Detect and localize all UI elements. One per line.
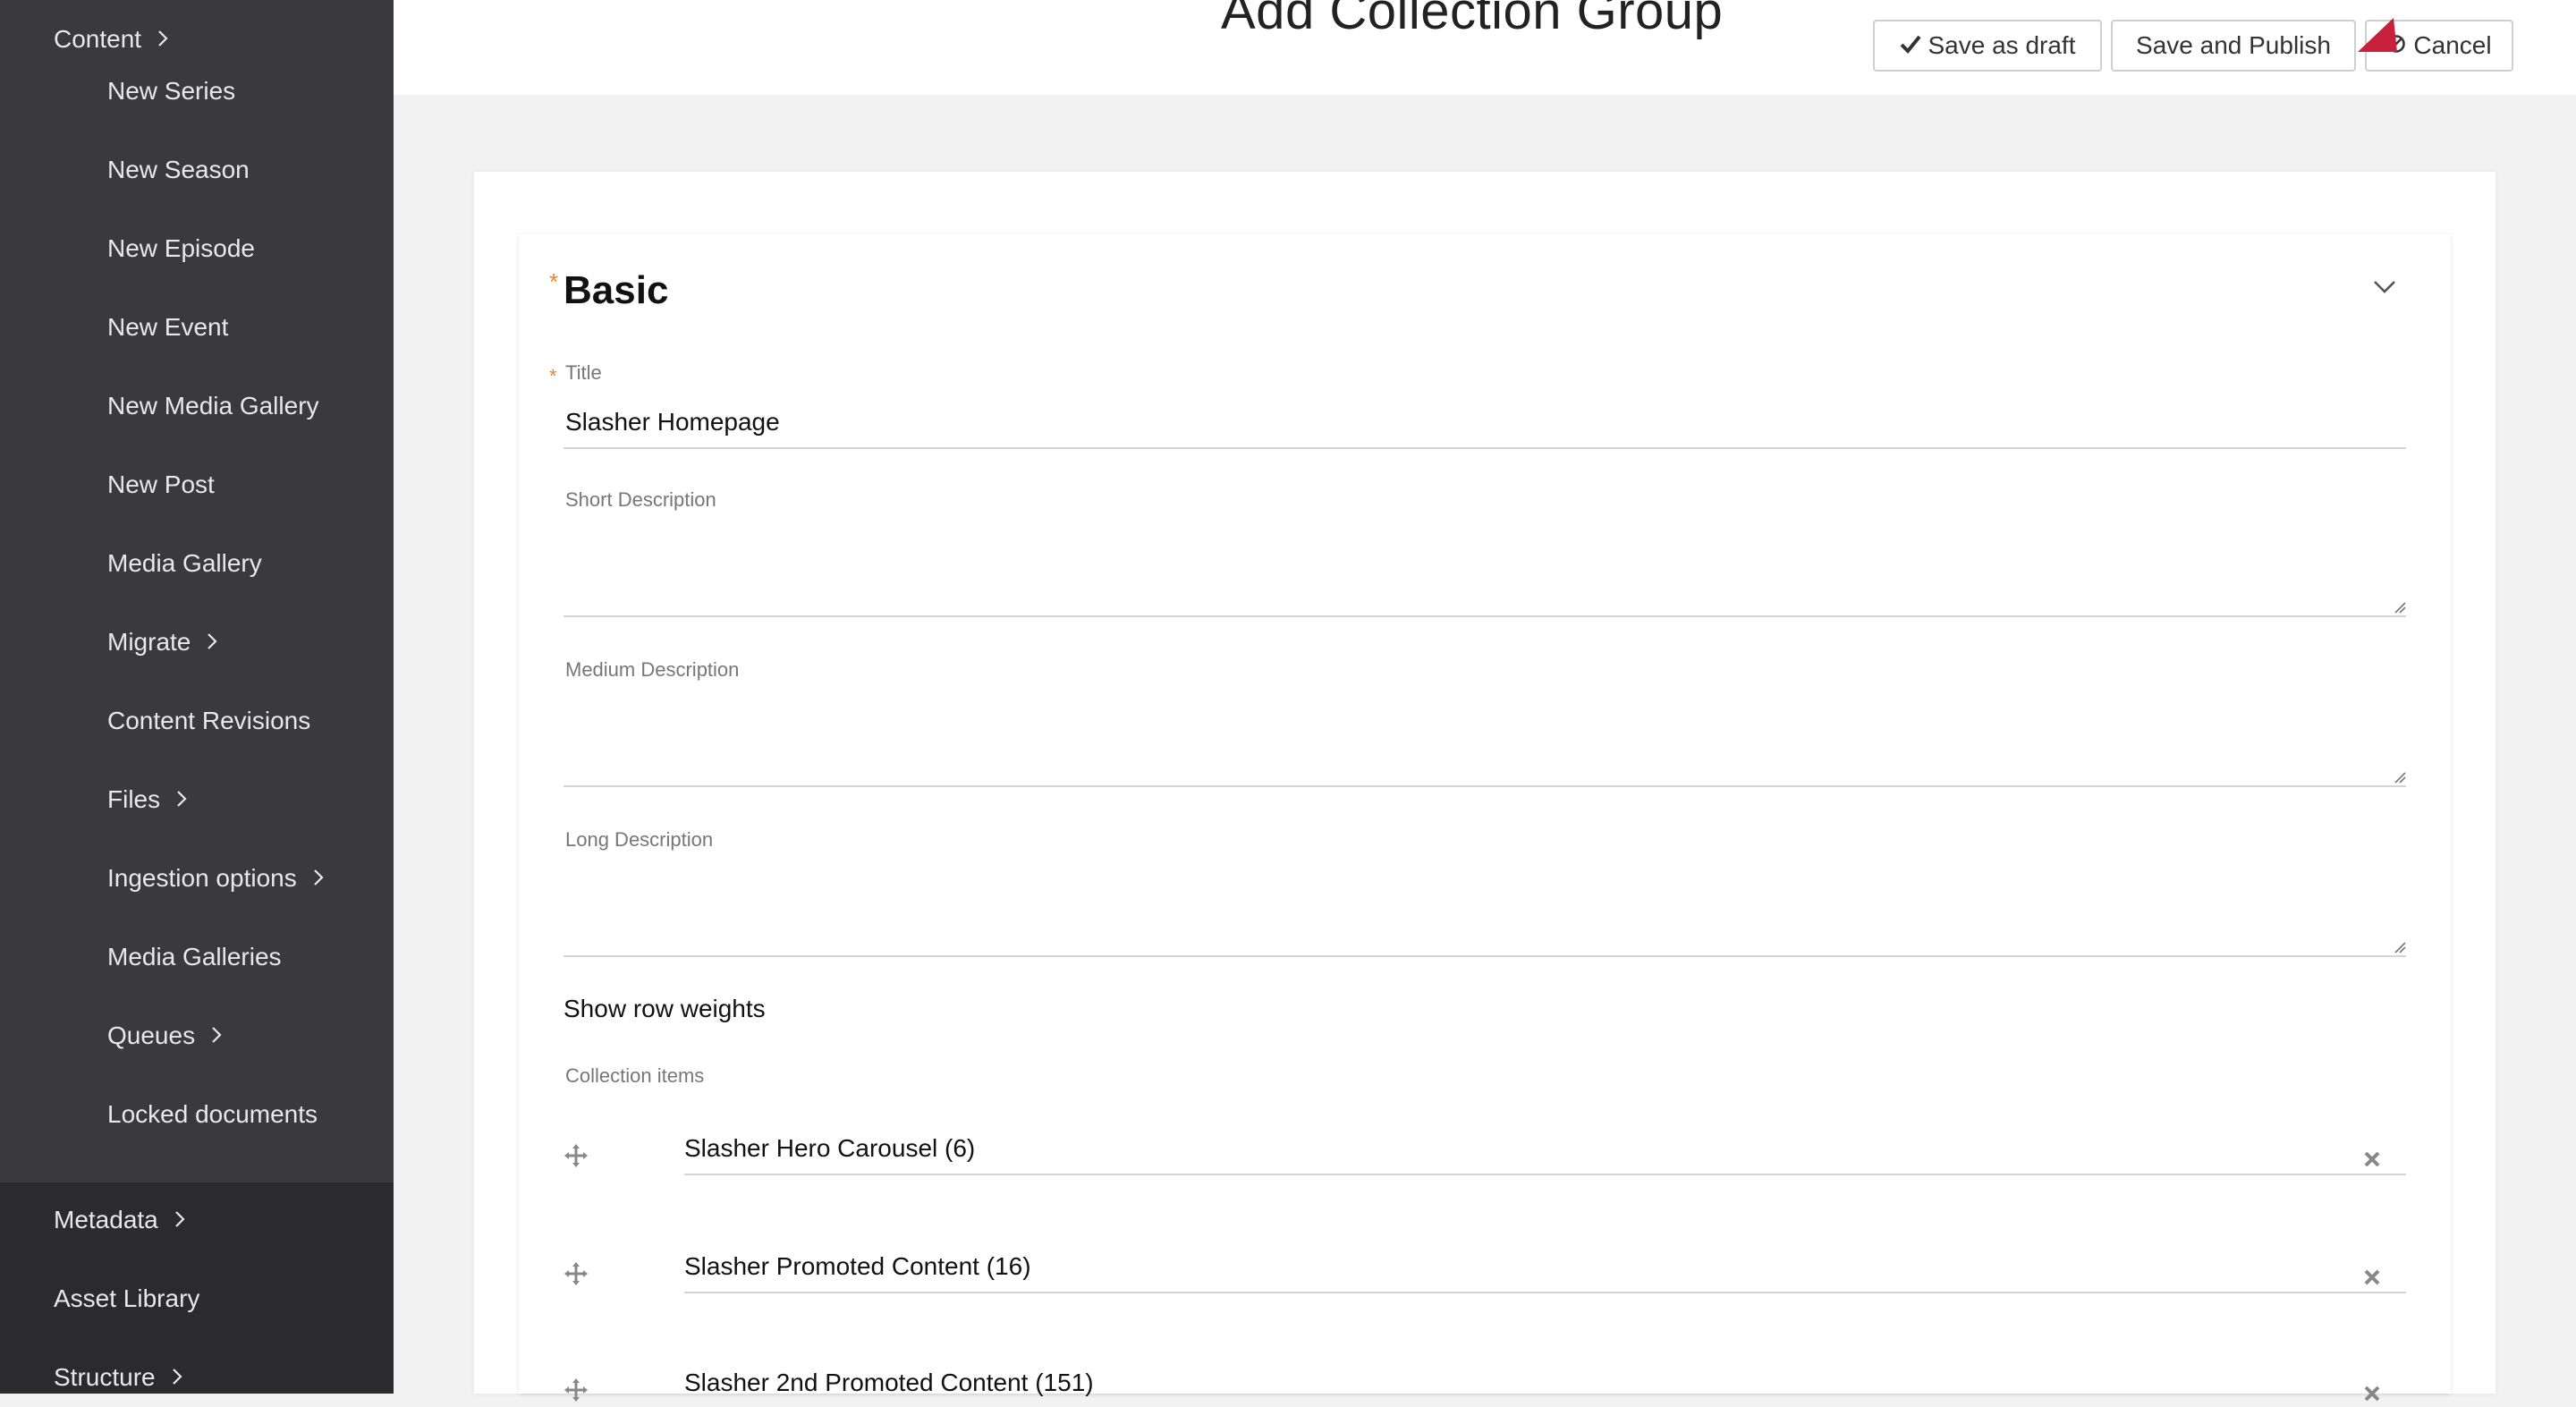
sidebar-item-label: New Series [107, 77, 236, 105]
sidebar-item-media-gallery[interactable]: Media Gallery [107, 549, 262, 578]
sidebar-item-label: Content Revisions [107, 707, 311, 734]
sidebar-item-metadata[interactable]: Metadata [54, 1206, 185, 1234]
collection-item-underline [684, 1292, 2406, 1293]
sidebar-item-queues[interactable]: Queues [107, 1021, 222, 1050]
section-title: Basic [564, 268, 669, 312]
collection-item-label[interactable]: Slasher Promoted Content (16) [684, 1252, 1031, 1281]
save-and-publish-button[interactable]: Save and Publish [2111, 20, 2356, 72]
checkmark-icon [1900, 31, 1928, 60]
short-description-label: Short Description [565, 488, 716, 511]
cancel-label: Cancel [2413, 31, 2492, 59]
sidebar-item-content-revisions[interactable]: Content Revisions [107, 707, 310, 735]
chevron-right-icon [172, 1363, 182, 1392]
resize-handle-icon[interactable] [2394, 771, 2406, 788]
sidebar-item-migrate[interactable]: Migrate [107, 628, 217, 657]
chevron-right-icon [157, 25, 168, 54]
sidebar-item-asset-library[interactable]: Asset Library [54, 1284, 199, 1313]
sidebar-item-media-galleries[interactable]: Media Galleries [107, 943, 282, 971]
sidebar-item-ingestion-options[interactable]: Ingestion options [107, 864, 324, 893]
chevron-right-icon [207, 628, 217, 657]
sidebar-item-label: New Season [107, 156, 250, 183]
long-description-underline [564, 955, 2406, 957]
sidebar-item-label: Media Galleries [107, 943, 282, 970]
sidebar-item-locked-documents[interactable]: Locked documents [107, 1100, 318, 1129]
medium-description-label: Medium Description [565, 658, 740, 681]
remove-icon[interactable] [2363, 1385, 2381, 1407]
sidebar-item-label: Locked documents [107, 1100, 318, 1128]
save-as-draft-button[interactable]: Save as draft [1873, 20, 2102, 72]
chevron-right-icon [176, 785, 187, 814]
sidebar-item-label: Ingestion options [107, 864, 297, 892]
chevron-right-icon [313, 864, 324, 893]
sidebar-item-new-post[interactable]: New Post [107, 470, 215, 499]
sidebar-item-label: New Media Gallery [107, 392, 319, 420]
resize-handle-icon[interactable] [2394, 941, 2406, 958]
drag-handle-icon[interactable] [564, 1377, 589, 1407]
show-row-weights-link[interactable]: Show row weights [564, 995, 766, 1023]
collection-item-label[interactable]: Slasher Hero Carousel (6) [684, 1134, 975, 1163]
chevron-right-icon [211, 1021, 222, 1050]
save-as-draft-label: Save as draft [1928, 31, 2076, 59]
sidebar-item-new-series[interactable]: New Series [107, 77, 235, 106]
basic-section-panel [519, 234, 2451, 1394]
long-description-field[interactable] [564, 859, 2406, 955]
drag-handle-icon[interactable] [564, 1261, 589, 1291]
chevron-right-icon [174, 1206, 185, 1234]
required-star-icon: * [549, 365, 557, 387]
medium-description-underline [564, 785, 2406, 787]
sidebar-item-label: New Post [107, 470, 215, 498]
title-label: Title [565, 361, 602, 384]
short-description-underline [564, 615, 2406, 617]
sidebar-item-new-event[interactable]: New Event [107, 313, 228, 342]
resize-handle-icon[interactable] [2394, 601, 2406, 618]
required-star-icon: * [549, 268, 559, 295]
title-input-underline [564, 447, 2406, 449]
sidebar-item-label: Structure [54, 1363, 156, 1391]
collection-item-label[interactable]: Slasher 2nd Promoted Content (151) [684, 1369, 1094, 1397]
sidebar-item-label: Media Gallery [107, 549, 262, 577]
sidebar-item-label: Metadata [54, 1206, 158, 1233]
sidebar-item-label: New Event [107, 313, 229, 341]
collection-item-underline [684, 1174, 2406, 1175]
sidebar-lower-section: Metadata Asset Library Structure [0, 1182, 394, 1394]
save-and-publish-label: Save and Publish [2136, 31, 2331, 59]
remove-icon[interactable] [2363, 1268, 2381, 1291]
medium-description-field[interactable] [564, 689, 2406, 785]
sidebar-item-structure[interactable]: Structure [54, 1363, 182, 1392]
sidebar-item-label: Files [107, 785, 161, 813]
chevron-down-icon[interactable] [2372, 279, 2397, 300]
sidebar-item-label: Migrate [107, 628, 191, 656]
title-input[interactable]: Slasher Homepage [565, 408, 780, 437]
sidebar-item-files[interactable]: Files [107, 785, 187, 814]
sidebar-item-label: Queues [107, 1021, 196, 1049]
sidebar-item-label: Content [54, 25, 142, 53]
pointer-flag-icon [2358, 16, 2401, 56]
collection-items-label: Collection items [565, 1064, 705, 1087]
sidebar-item-label: Asset Library [54, 1284, 200, 1312]
sidebar-item-content[interactable]: Content [54, 25, 168, 54]
sidebar-item-label: New Episode [107, 234, 255, 262]
drag-handle-icon[interactable] [564, 1143, 589, 1173]
short-description-field[interactable] [564, 519, 2406, 615]
sidebar-item-new-season[interactable]: New Season [107, 156, 250, 184]
remove-icon[interactable] [2363, 1150, 2381, 1173]
page-title: Add Collection Group [1221, 0, 1724, 40]
sidebar-item-new-episode[interactable]: New Episode [107, 234, 255, 263]
long-description-label: Long Description [565, 828, 714, 851]
sidebar-item-new-media-gallery[interactable]: New Media Gallery [107, 392, 319, 420]
sidebar: Content New Series New Season New Episod… [0, 0, 394, 1394]
